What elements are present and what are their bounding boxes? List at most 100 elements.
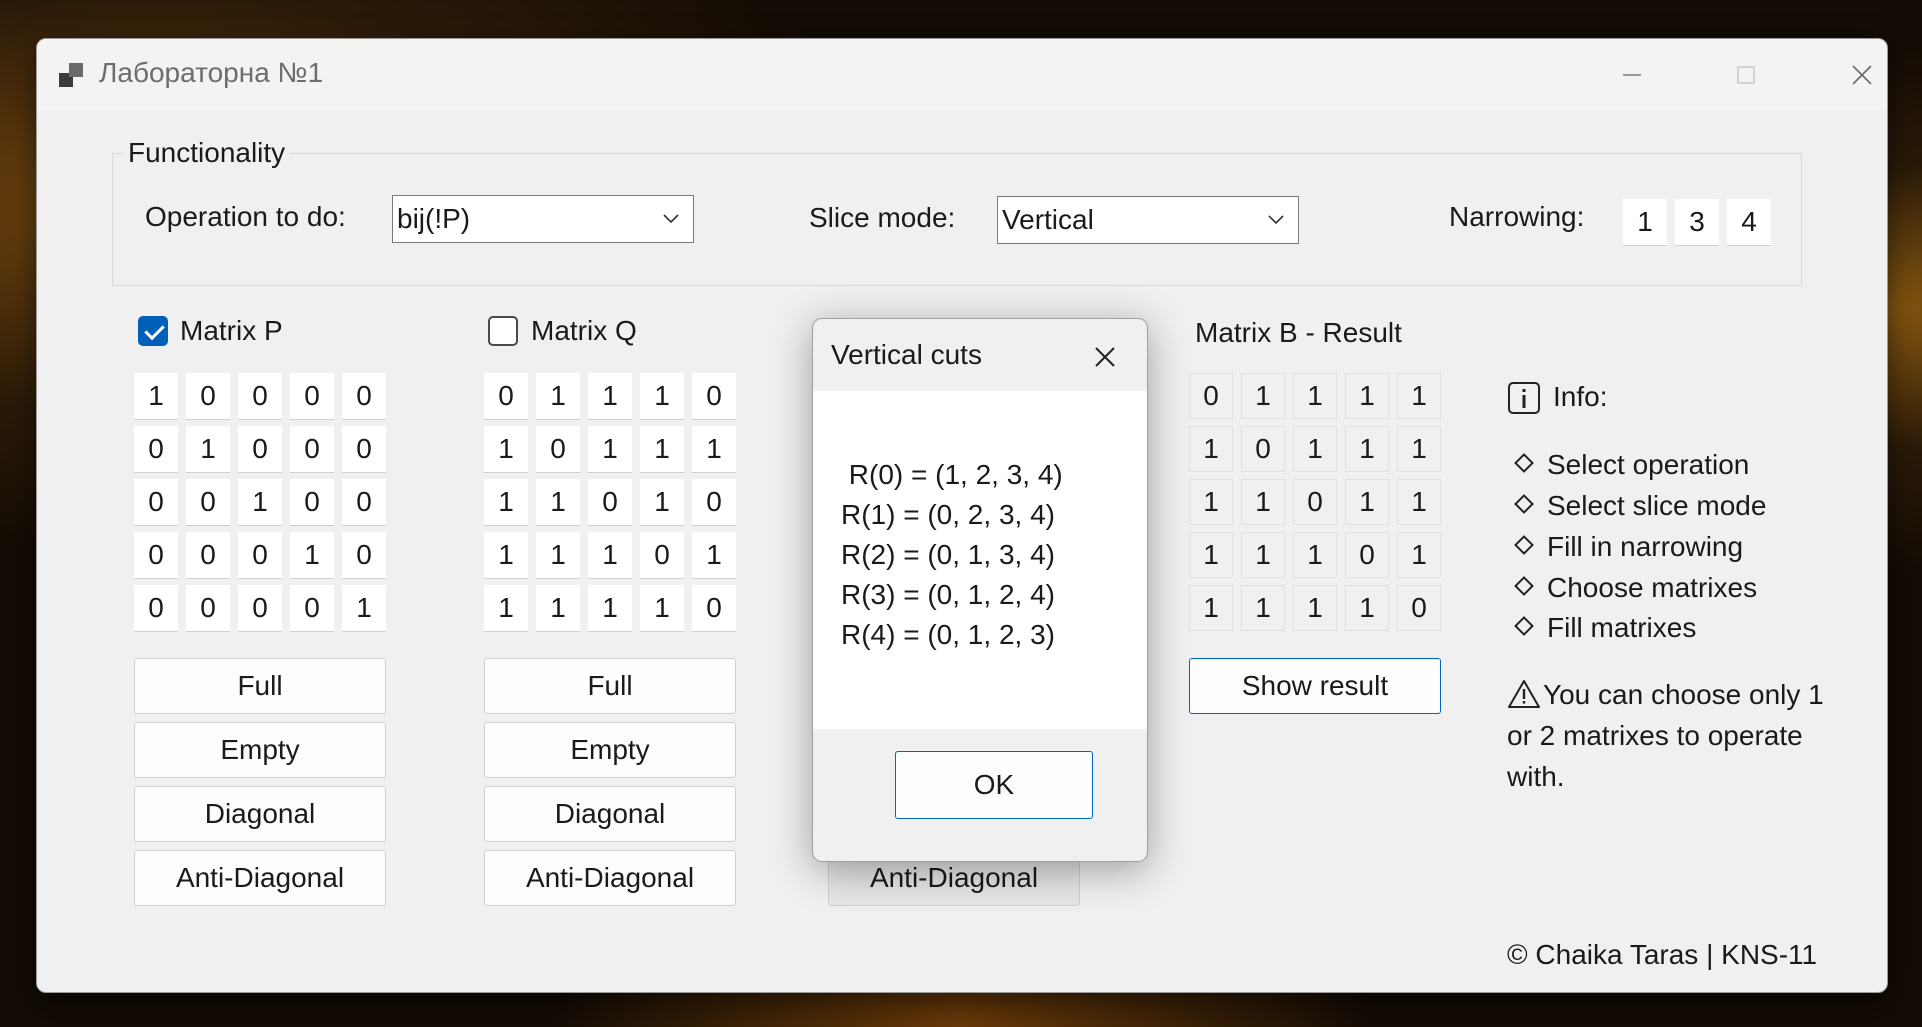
dialog-message-line: R(0) = (1, 2, 3, 4): [841, 459, 1063, 490]
info-item-text: Fill matrixes: [1547, 612, 1697, 643]
warning-text-line1: You can choose only 1: [1543, 679, 1824, 710]
window-title: Лабораторна №1: [99, 57, 324, 88]
matrix-q-cell[interactable]: 1: [536, 532, 580, 579]
matrix-q-cell[interactable]: 1: [640, 585, 684, 632]
matrix-q-cell[interactable]: 1: [640, 479, 684, 526]
info-item-text: Select operation: [1547, 449, 1750, 480]
matrix-q-cell[interactable]: 1: [588, 585, 632, 632]
matrix-p-cell[interactable]: 0: [134, 479, 178, 526]
maximize-button[interactable]: [1691, 39, 1801, 111]
narrowing-input[interactable]: 1: [1623, 199, 1667, 246]
matrix-p-cell[interactable]: 0: [342, 373, 386, 420]
chevron-down-icon: [663, 214, 679, 224]
dialog-close-button[interactable]: [1085, 337, 1125, 377]
matrix-q-cell[interactable]: 1: [484, 532, 528, 579]
matrix-p-empty-button[interactable]: Empty: [134, 722, 386, 778]
matrix-q-cell[interactable]: 1: [484, 426, 528, 473]
info-item-text: Fill in narrowing: [1547, 531, 1744, 562]
dialog-body: R(0) = (1, 2, 3, 4) R(1) = (0, 2, 3, 4) …: [813, 391, 1147, 729]
matrix-q-cell[interactable]: 0: [692, 585, 736, 632]
matrix-p-full-button[interactable]: Full: [134, 658, 386, 714]
matrix-b-cell: 1: [1293, 585, 1337, 631]
matrix-b-cell: 1: [1241, 585, 1285, 631]
matrix-q-checkbox[interactable]: [488, 316, 518, 346]
matrix-p-cell[interactable]: 0: [342, 426, 386, 473]
matrix-p-cell[interactable]: 0: [238, 532, 282, 579]
matrix-q-cell[interactable]: 1: [692, 426, 736, 473]
matrix-p-cell[interactable]: 0: [238, 373, 282, 420]
matrix-p-cell[interactable]: 1: [186, 426, 230, 473]
matrix-q-anti-diagonal-button[interactable]: Anti-Diagonal: [484, 850, 736, 906]
matrix-p-cell[interactable]: 0: [290, 373, 334, 420]
matrix-q-cell[interactable]: 1: [640, 373, 684, 420]
matrix-q-cell[interactable]: 1: [692, 532, 736, 579]
matrix-p-cell[interactable]: 0: [290, 585, 334, 632]
matrix-b-cell: 1: [1345, 426, 1389, 472]
minimize-button[interactable]: [1577, 39, 1687, 111]
matrix-q-full-button[interactable]: Full: [484, 658, 736, 714]
info-item-text: Choose matrixes: [1547, 572, 1758, 603]
matrix-p-cell[interactable]: 0: [134, 585, 178, 632]
matrix-p-cell[interactable]: 0: [186, 479, 230, 526]
matrix-p-cell[interactable]: 0: [342, 479, 386, 526]
narrowing-input[interactable]: 3: [1675, 199, 1719, 246]
matrix-p-cell[interactable]: 0: [342, 532, 386, 579]
operation-label: Operation to do:: [145, 201, 346, 232]
matrix-b-cell: 1: [1345, 479, 1389, 525]
operation-select[interactable]: bij(!P): [392, 195, 694, 243]
matrix-q-cell[interactable]: 1: [588, 373, 632, 420]
matrix-p-cell[interactable]: 1: [238, 479, 282, 526]
close-button[interactable]: [1807, 39, 1887, 111]
matrix-p-diagonal-button[interactable]: Diagonal: [134, 786, 386, 842]
matrix-q-cell[interactable]: 1: [536, 479, 580, 526]
show-result-button[interactable]: Show result: [1189, 658, 1441, 714]
matrix-p-cell[interactable]: 0: [186, 532, 230, 579]
matrix-p-cell[interactable]: 1: [134, 373, 178, 420]
diamond-bullet-icon: [1514, 576, 1534, 596]
dialog-ok-button[interactable]: OK: [895, 751, 1093, 819]
matrix-b-cell: 1: [1397, 373, 1441, 419]
matrix-p-cell[interactable]: 0: [238, 426, 282, 473]
title-bar[interactable]: Лабораторна №1: [37, 39, 1887, 111]
matrix-q-cell[interactable]: 0: [692, 479, 736, 526]
matrix-q-cell[interactable]: 0: [692, 373, 736, 420]
close-icon: [1852, 65, 1872, 85]
matrix-p-cell[interactable]: 1: [342, 585, 386, 632]
matrix-p-cell[interactable]: 0: [238, 585, 282, 632]
matrix-b-cell: 1: [1397, 532, 1441, 578]
matrix-q-cell[interactable]: 0: [640, 532, 684, 579]
matrix-q-cell[interactable]: 1: [484, 479, 528, 526]
matrix-p-cell[interactable]: 0: [186, 585, 230, 632]
matrix-q-cell[interactable]: 1: [640, 426, 684, 473]
matrix-p-cell[interactable]: 1: [290, 532, 334, 579]
matrix-q-cell[interactable]: 1: [588, 532, 632, 579]
matrix-p-checkbox[interactable]: [138, 316, 168, 346]
narrowing-label: Narrowing:: [1449, 201, 1585, 232]
matrix-q-cell[interactable]: 1: [536, 585, 580, 632]
matrix-p-label: Matrix P: [180, 315, 283, 346]
matrix-p-cell[interactable]: 0: [186, 373, 230, 420]
matrix-p-cell[interactable]: 0: [134, 532, 178, 579]
matrix-q-cell[interactable]: 0: [588, 479, 632, 526]
matrix-q-diagonal-button[interactable]: Diagonal: [484, 786, 736, 842]
info-item: Select operation: [1514, 449, 1750, 481]
matrix-p-cell[interactable]: 0: [290, 479, 334, 526]
matrix-q-cell[interactable]: 0: [484, 373, 528, 420]
matrix-p-anti-diagonal-button[interactable]: Anti-Diagonal: [134, 850, 386, 906]
matrix-b-cell: 0: [1397, 585, 1441, 631]
matrix-q-cell[interactable]: 1: [588, 426, 632, 473]
slice-mode-select[interactable]: Vertical: [997, 196, 1299, 244]
matrix-q-empty-button[interactable]: Empty: [484, 722, 736, 778]
info-item: Choose matrixes: [1514, 572, 1758, 604]
matrix-p-cell[interactable]: 0: [290, 426, 334, 473]
dialog-title: Vertical cuts: [831, 339, 982, 370]
matrix-q-cell[interactable]: 1: [484, 585, 528, 632]
slice-mode-label: Slice mode:: [809, 202, 956, 233]
matrix-q-cell[interactable]: 1: [536, 373, 580, 420]
dialog-message-line: R(4) = (0, 1, 2, 3): [841, 619, 1055, 650]
matrix-q-cell[interactable]: 0: [536, 426, 580, 473]
close-icon: [1095, 347, 1115, 367]
matrix-p-cell[interactable]: 0: [134, 426, 178, 473]
narrowing-input[interactable]: 4: [1727, 199, 1771, 246]
info-item: Fill in narrowing: [1514, 531, 1744, 563]
